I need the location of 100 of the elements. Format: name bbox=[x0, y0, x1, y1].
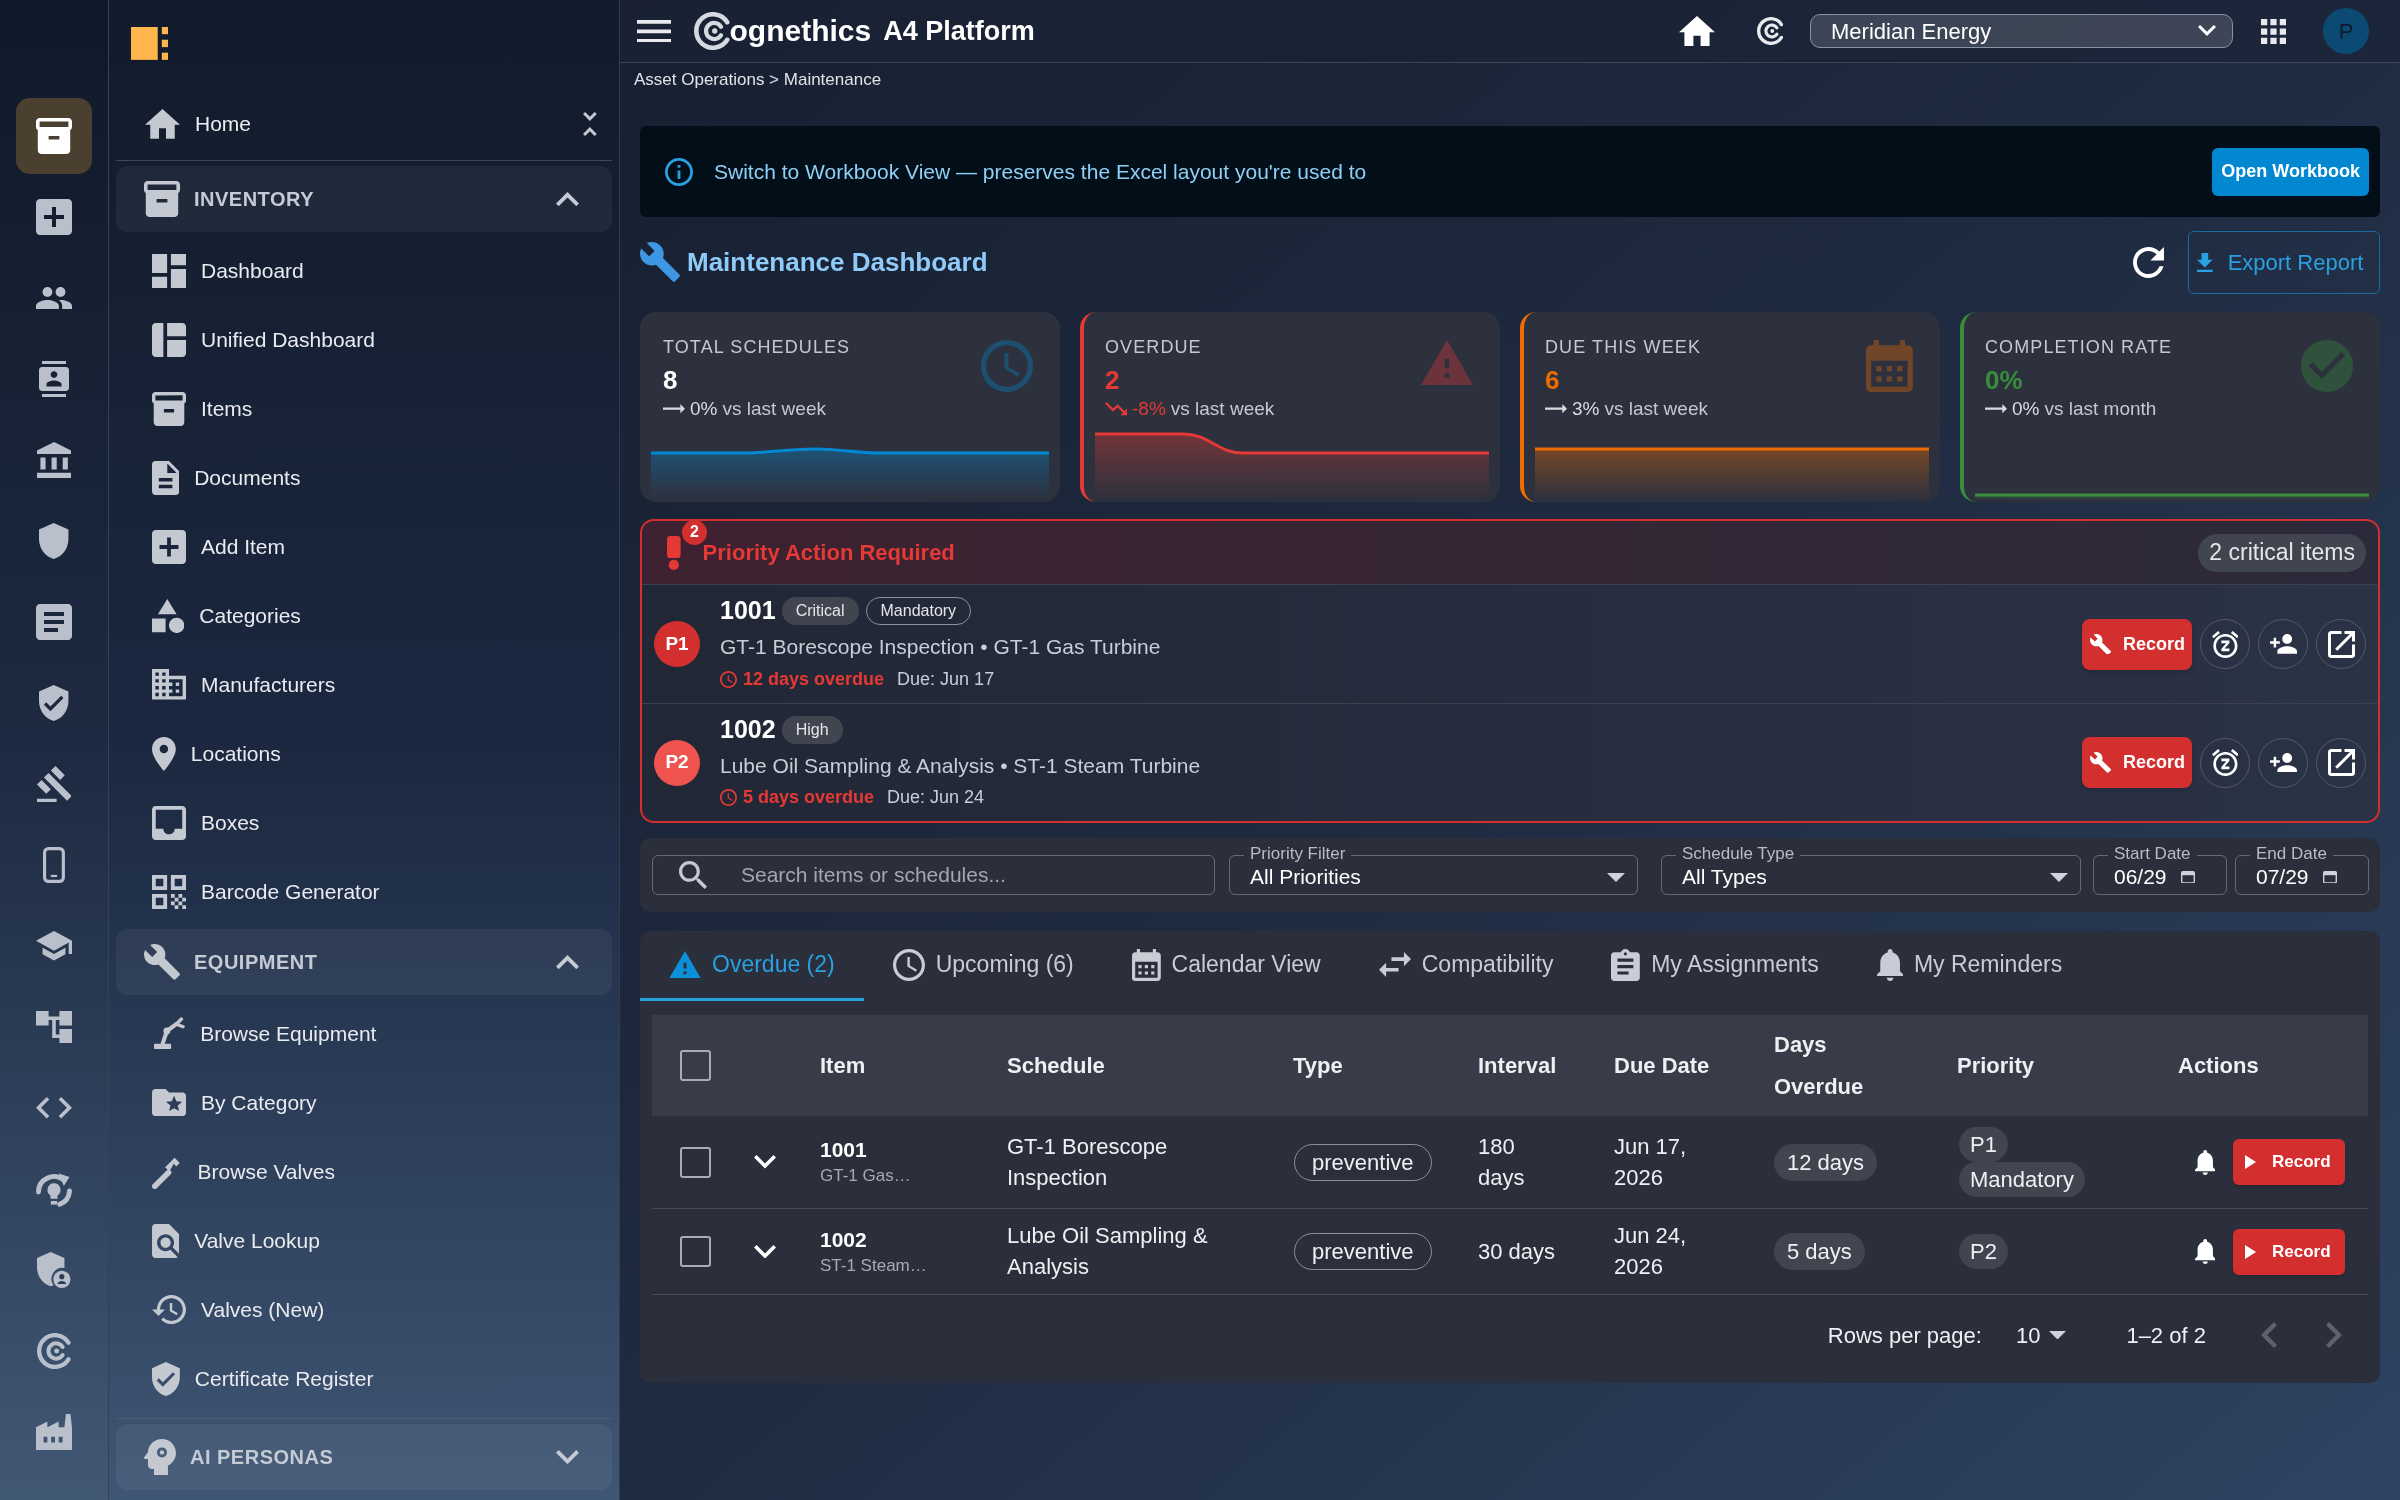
assign-person-button[interactable] bbox=[2258, 619, 2308, 669]
shapes-icon bbox=[152, 598, 185, 633]
sidebar-item[interactable]: Valves (New) bbox=[152, 1293, 325, 1326]
sidebar-item[interactable]: Browse Valves bbox=[152, 1154, 335, 1189]
organization-select[interactable]: Meridian Energy bbox=[1810, 14, 2233, 48]
priority-chip: Mandatory bbox=[1959, 1162, 2085, 1197]
person-add-icon bbox=[2269, 752, 2297, 773]
play-icon bbox=[2245, 1244, 2256, 1259]
clipboard-icon bbox=[1611, 948, 1641, 981]
sidebar-item[interactable]: Items bbox=[152, 391, 253, 426]
tag-chip: High bbox=[781, 715, 843, 744]
calendar-icon bbox=[2180, 870, 2195, 884]
gavel-icon bbox=[36, 766, 72, 802]
sidebar-item[interactable]: Dashboard bbox=[152, 253, 304, 288]
trend-flat-icon bbox=[663, 404, 685, 414]
record-button[interactable]: Record bbox=[2082, 737, 2192, 788]
record-button[interactable]: Record bbox=[2082, 618, 2192, 670]
sidebar-item[interactable]: Boxes bbox=[152, 805, 260, 840]
sidebar-item[interactable]: Barcode Generator bbox=[152, 874, 380, 909]
alarm-snooze-icon bbox=[2211, 749, 2239, 776]
item-id: 1002 bbox=[720, 713, 776, 745]
people-icon bbox=[36, 286, 72, 310]
open-in-new-icon bbox=[2327, 630, 2355, 658]
calendar-icon bbox=[1131, 948, 1161, 981]
apps-grid-icon[interactable] bbox=[2261, 18, 2286, 44]
ring-logo-icon bbox=[694, 12, 730, 50]
critical-count-chip: 2 critical items bbox=[2198, 533, 2366, 572]
refresh-icon[interactable] bbox=[2133, 246, 2164, 278]
sidebar-item[interactable]: By Category bbox=[152, 1086, 317, 1119]
chevron-down-icon[interactable] bbox=[754, 1155, 776, 1169]
sidebar-item[interactable]: Valve Lookup bbox=[152, 1223, 320, 1258]
priority-chip: P1 bbox=[1959, 1127, 2008, 1162]
open-workbook-button[interactable]: Open Workbook bbox=[2212, 147, 2369, 196]
kpi-value: 8 bbox=[663, 364, 679, 396]
rail-button[interactable] bbox=[16, 98, 92, 174]
kpi-value: 6 bbox=[1545, 364, 1561, 396]
clock-icon bbox=[892, 948, 925, 981]
tab[interactable]: Upcoming (6) bbox=[863, 931, 1103, 1001]
section-header[interactable]: EQUIPMENT bbox=[116, 929, 612, 995]
menu-icon[interactable] bbox=[637, 19, 671, 43]
item-id: 1001 bbox=[820, 1137, 867, 1163]
folder-star-icon bbox=[152, 1088, 186, 1117]
section-header[interactable]: AI PERSONAS bbox=[116, 1424, 612, 1490]
row-checkbox[interactable] bbox=[680, 1146, 711, 1178]
sidebar-item[interactable]: Categories bbox=[152, 598, 301, 633]
sidebar-item[interactable]: Browse Equipment bbox=[152, 1016, 377, 1051]
kpi-comparison: vs last week bbox=[722, 397, 826, 421]
record-button[interactable]: Record bbox=[2233, 1139, 2345, 1185]
kpi-comparison: vs last week bbox=[1170, 397, 1275, 421]
building-icon bbox=[152, 669, 186, 700]
sidebar-item[interactable]: Documents bbox=[152, 460, 301, 495]
clock-icon bbox=[981, 340, 1033, 392]
ring-logo-icon bbox=[37, 1333, 71, 1369]
row-checkbox[interactable] bbox=[680, 1236, 711, 1267]
open-external-button[interactable] bbox=[2316, 619, 2366, 669]
code-icon bbox=[36, 1097, 72, 1119]
graduation-cap-icon bbox=[36, 931, 72, 961]
collapse-all-icon[interactable] bbox=[583, 112, 597, 136]
exclamation-icon bbox=[667, 535, 681, 570]
rows-per-page-select[interactable]: 10 bbox=[2015, 1318, 2067, 1352]
select-all-checkbox[interactable] bbox=[680, 1050, 711, 1081]
sidebar-item[interactable]: Manufacturers bbox=[152, 668, 336, 701]
ring-logo-icon[interactable] bbox=[1756, 17, 1783, 45]
calendar-icon bbox=[2322, 870, 2337, 884]
sidebar-item[interactable]: Add Item bbox=[152, 529, 286, 564]
shield-check-icon bbox=[39, 685, 69, 721]
priority-badge: P2 bbox=[654, 739, 700, 786]
tab[interactable]: Compatibility bbox=[1349, 931, 1583, 1001]
search-field[interactable]: Search items or schedules... bbox=[652, 855, 1215, 895]
tab[interactable]: My Assignments bbox=[1582, 931, 1848, 1001]
snooze-button[interactable] bbox=[2200, 619, 2250, 669]
dropdown-arrow-icon bbox=[2050, 872, 2068, 882]
breadcrumb: Asset Operations > Maintenance bbox=[634, 69, 882, 92]
bell-icon[interactable] bbox=[2194, 1149, 2215, 1175]
document-icon bbox=[152, 460, 180, 495]
tab[interactable]: Overdue (2) bbox=[640, 931, 864, 1001]
play-icon bbox=[2245, 1155, 2256, 1169]
info-icon bbox=[665, 157, 693, 186]
chevron-down-icon[interactable] bbox=[754, 1244, 776, 1259]
sidebar-item[interactable]: Home bbox=[145, 108, 252, 140]
days-overdue-chip: 12 days bbox=[1774, 1143, 1878, 1181]
section-header[interactable]: INVENTORY bbox=[116, 166, 612, 232]
sidebar-item[interactable]: Certificate Register bbox=[152, 1361, 374, 1396]
tab[interactable]: Calendar View bbox=[1102, 931, 1350, 1001]
sidebar-item[interactable]: Locations bbox=[152, 736, 281, 771]
kpi-label: DUE THIS WEEK bbox=[1545, 336, 1702, 358]
bell-icon[interactable] bbox=[2194, 1239, 2215, 1264]
column-header: Interval bbox=[1478, 1051, 1557, 1080]
product-name: A4 Platform bbox=[883, 17, 1035, 45]
home-icon[interactable] bbox=[1678, 15, 1715, 47]
banner-message: Switch to Workbook View — preserves the Excel layout you're used to bbox=[714, 158, 1367, 185]
table-cell-text: GT-1 Borescope Inspection bbox=[1007, 1132, 1169, 1192]
export-report-button[interactable]: Export Report bbox=[2188, 230, 2380, 294]
schedule-description: Lube Oil Sampling & Analysis • ST-1 Steam Turbine bbox=[720, 752, 1201, 779]
sidebar-item[interactable]: Unified Dashboard bbox=[152, 322, 375, 357]
table-cell-text: Jun 24, 2026 bbox=[1614, 1222, 1688, 1281]
days-overdue-chip: 5 days bbox=[1774, 1233, 1865, 1270]
record-button[interactable]: Record bbox=[2233, 1228, 2345, 1275]
column-header: Due Date bbox=[1614, 1051, 1710, 1080]
tab[interactable]: My Reminders bbox=[1847, 931, 2092, 1001]
